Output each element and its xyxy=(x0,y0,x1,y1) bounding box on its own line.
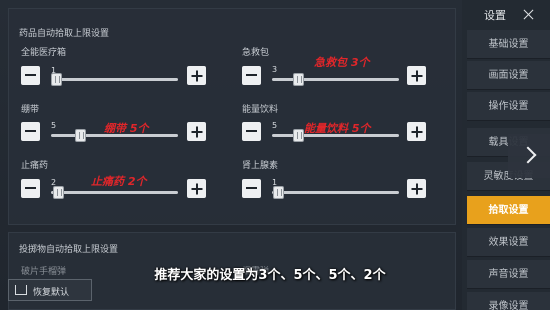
medicine-pickup-panel: 药品自动拾取上限设置 全能医疗箱 1 急救包 3 急救包 3个 绷带 5 绷带 … xyxy=(8,8,456,225)
minus-icon xyxy=(246,187,257,189)
minus-icon xyxy=(25,74,36,76)
sidebar-item-replay[interactable]: 录像设置 xyxy=(467,292,550,310)
minus-icon xyxy=(25,187,36,189)
label-painkiller: 止痛药 xyxy=(21,161,49,171)
minus-button-energy-drink[interactable] xyxy=(242,122,261,141)
restore-default-label: 恢复默认 xyxy=(33,288,70,298)
minus-icon xyxy=(25,130,36,132)
annotation-bandage: 绷带 5个 xyxy=(104,122,149,135)
minus-button-medkit[interactable] xyxy=(21,66,40,85)
sidebar-item-effects[interactable]: 效果设置 xyxy=(467,228,550,257)
sidebar-title: 设置 xyxy=(484,9,506,22)
chevron-right-icon[interactable] xyxy=(508,134,550,178)
minus-button-bandage[interactable] xyxy=(21,122,40,141)
plus-button-painkiller[interactable] xyxy=(187,179,206,198)
label-adrenaline: 肾上腺素 xyxy=(242,161,279,171)
label-medkit: 全能医疗箱 xyxy=(21,48,67,58)
sidebar-item-controls[interactable]: 操作设置 xyxy=(467,92,550,121)
slider-track-painkiller[interactable] xyxy=(51,191,178,194)
slider-handle-energy-drink[interactable] xyxy=(293,129,304,142)
sidebar-item-pickup[interactable]: 拾取设置 xyxy=(467,196,550,225)
label-firstaid: 急救包 xyxy=(242,48,270,58)
value-bandage: 5 xyxy=(51,121,57,130)
minus-button-adrenaline[interactable] xyxy=(242,179,261,198)
minus-button-painkiller[interactable] xyxy=(21,179,40,198)
slider-handle-bandage[interactable] xyxy=(75,129,86,142)
section-title-throwables: 投掷物自动拾取上限设置 xyxy=(19,245,119,255)
plus-button-bandage[interactable] xyxy=(187,122,206,141)
restore-icon xyxy=(15,285,27,295)
annotation-energy-drink: 能量饮料 5个 xyxy=(304,122,371,135)
slider-handle-adrenaline[interactable] xyxy=(273,186,284,199)
slider-track-adrenaline[interactable] xyxy=(272,191,399,194)
annotation-firstaid: 急救包 3个 xyxy=(314,56,370,69)
slider-handle-firstaid[interactable] xyxy=(293,73,304,86)
slider-track-firstaid[interactable] xyxy=(272,78,399,81)
close-icon[interactable] xyxy=(523,9,534,20)
plus-button-firstaid[interactable] xyxy=(407,66,426,85)
minus-icon xyxy=(246,74,257,76)
slider-track-medkit[interactable] xyxy=(51,78,178,81)
sidebar-header: 设置 xyxy=(462,0,550,28)
section-title-medicine: 药品自动拾取上限设置 xyxy=(19,29,110,39)
value-energy-drink: 5 xyxy=(272,121,278,130)
value-firstaid: 3 xyxy=(272,65,278,74)
slider-handle-medkit[interactable] xyxy=(51,73,62,86)
sidebar-item-graphics[interactable]: 画面设置 xyxy=(467,61,550,90)
label-energy-drink: 能量饮料 xyxy=(242,105,279,115)
label-bandage: 绷带 xyxy=(21,105,40,115)
annotation-painkiller: 止痛药 2个 xyxy=(91,175,147,188)
plus-button-energy-drink[interactable] xyxy=(407,122,426,141)
sidebar-item-sound[interactable]: 声音设置 xyxy=(467,260,550,289)
minus-button-firstaid[interactable] xyxy=(242,66,261,85)
plus-button-medkit[interactable] xyxy=(187,66,206,85)
sidebar-item-basic[interactable]: 基础设置 xyxy=(467,30,550,59)
slider-handle-painkiller[interactable] xyxy=(53,186,64,199)
plus-button-adrenaline[interactable] xyxy=(407,179,426,198)
minus-icon xyxy=(246,130,257,132)
